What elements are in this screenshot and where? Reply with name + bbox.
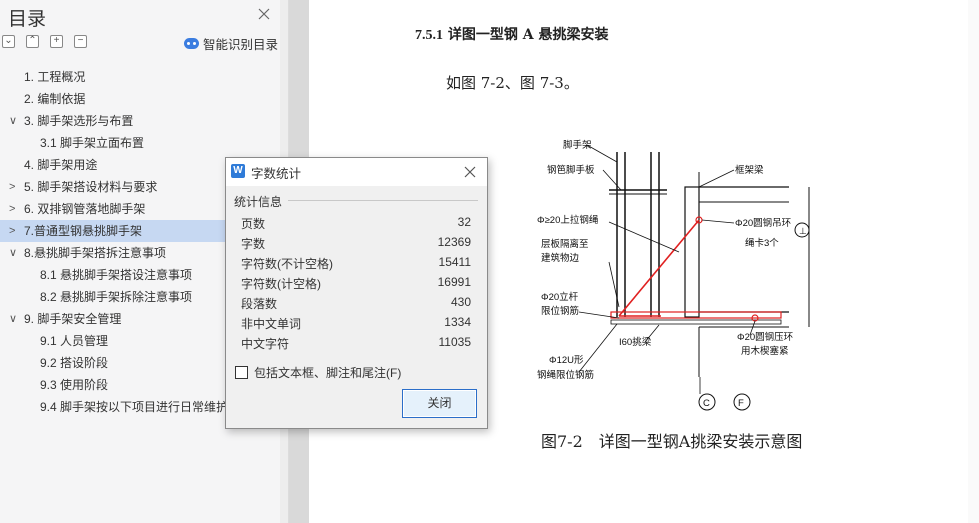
stat-row: 字符数(计空格) 16991: [241, 275, 471, 291]
include-footnotes-checkbox[interactable]: 包括文本框、脚注和尾注(F): [235, 364, 401, 381]
toc-item[interactable]: 1. 工程概况: [0, 66, 282, 88]
section-heading: 7.5.1 详图一型钢 A 悬挑梁安装: [415, 27, 609, 43]
close-button[interactable]: 关闭: [402, 389, 477, 418]
chevron-down-icon[interactable]: ∨: [9, 110, 17, 132]
axis-label-c: C: [703, 398, 710, 409]
label-u-bar-1: Φ12U形: [549, 354, 584, 366]
smart-recognize-button[interactable]: 智能识别目录: [184, 34, 278, 53]
sidebar-title: 目录: [8, 9, 47, 30]
toc-item[interactable]: ∨ 3. 脚手架选形与布置: [0, 110, 282, 132]
group-divider: [288, 200, 478, 201]
label-rope-clamp: 绳卡3个: [745, 237, 779, 249]
label-u-bar-2: 钢绳限位钢筋: [537, 369, 594, 381]
label-wood-wedge: 用木楔塞紧: [741, 345, 789, 357]
page-right-edge: [968, 0, 979, 523]
expand-up-icon[interactable]: ⌃: [26, 35, 39, 48]
label-isolation-1: 层板隔离至: [541, 238, 589, 250]
toc-item[interactable]: 3.1 脚手架立面布置: [0, 132, 282, 154]
stats-group-title: 统计信息: [234, 195, 283, 209]
axis-label-f: F: [738, 398, 744, 409]
body-paragraph: 如图 7-2、图 7-3。: [446, 74, 579, 92]
collapse-all-icon[interactable]: ⌄: [2, 35, 15, 48]
checkbox-box[interactable]: [235, 366, 248, 379]
stat-row: 字符数(不计空格) 15411: [241, 255, 471, 271]
chevron-right-icon[interactable]: >: [9, 198, 15, 220]
toc-item[interactable]: 2. 编制依据: [0, 88, 282, 110]
stat-row: 中文字符 11035: [241, 335, 471, 351]
label-press-ring: Φ20圆钢压环: [737, 331, 793, 343]
axis-mark: ⊥: [799, 226, 807, 236]
smart-recognize-label: 智能识别目录: [203, 38, 279, 52]
dialog-titlebar[interactable]: W 字数统计: [226, 158, 487, 186]
label-upright-1: Φ20立杆: [541, 291, 579, 303]
figure-caption: 图7-2 详图一型钢A挑梁安装示意图: [541, 432, 803, 451]
label-lifting-ring: Φ20圆钢吊环: [735, 217, 791, 229]
robot-icon: [184, 38, 199, 49]
add-icon[interactable]: +: [50, 35, 63, 48]
chevron-down-icon[interactable]: ∨: [9, 308, 17, 330]
label-frame-beam: 框架梁: [735, 164, 764, 176]
label-i60-beam: I60挑梁: [619, 336, 652, 348]
stat-row: 段落数 430: [241, 295, 471, 311]
chevron-down-icon[interactable]: ∨: [9, 242, 17, 264]
label-scaffold: 脚手架: [563, 139, 592, 151]
close-icon[interactable]: [464, 166, 476, 178]
label-steel-board: 钢笆脚手板: [547, 164, 595, 176]
label-isolation-2: 建筑物边: [541, 252, 580, 264]
label-upright-2: 限位钢筋: [541, 305, 579, 317]
word-count-dialog: W 字数统计 统计信息 页数 32 字数 12369 字符数(不计空格) 15411 …: [225, 157, 488, 429]
stat-row: 字数 12369: [241, 235, 471, 251]
chevron-right-icon[interactable]: >: [9, 176, 15, 198]
dialog-title: 字数统计: [251, 167, 302, 181]
chevron-right-icon[interactable]: >: [9, 220, 15, 242]
checkbox-label: 包括文本框、脚注和尾注(F): [254, 366, 402, 380]
close-icon[interactable]: [256, 6, 272, 22]
stat-row: 非中文单词 1334: [241, 315, 471, 331]
label-tie-rope: Φ≥20上拉钢绳: [537, 214, 599, 226]
stat-row: 页数 32: [241, 215, 471, 231]
remove-icon[interactable]: −: [74, 35, 87, 48]
cantilever-beam-diagram: C F ⊥ 脚手架 钢笆脚手板 框架梁 Φ≥20上拉钢绳 Φ20圆钢吊环 绳卡3…: [537, 139, 810, 411]
wps-logo-icon: W: [231, 164, 245, 178]
